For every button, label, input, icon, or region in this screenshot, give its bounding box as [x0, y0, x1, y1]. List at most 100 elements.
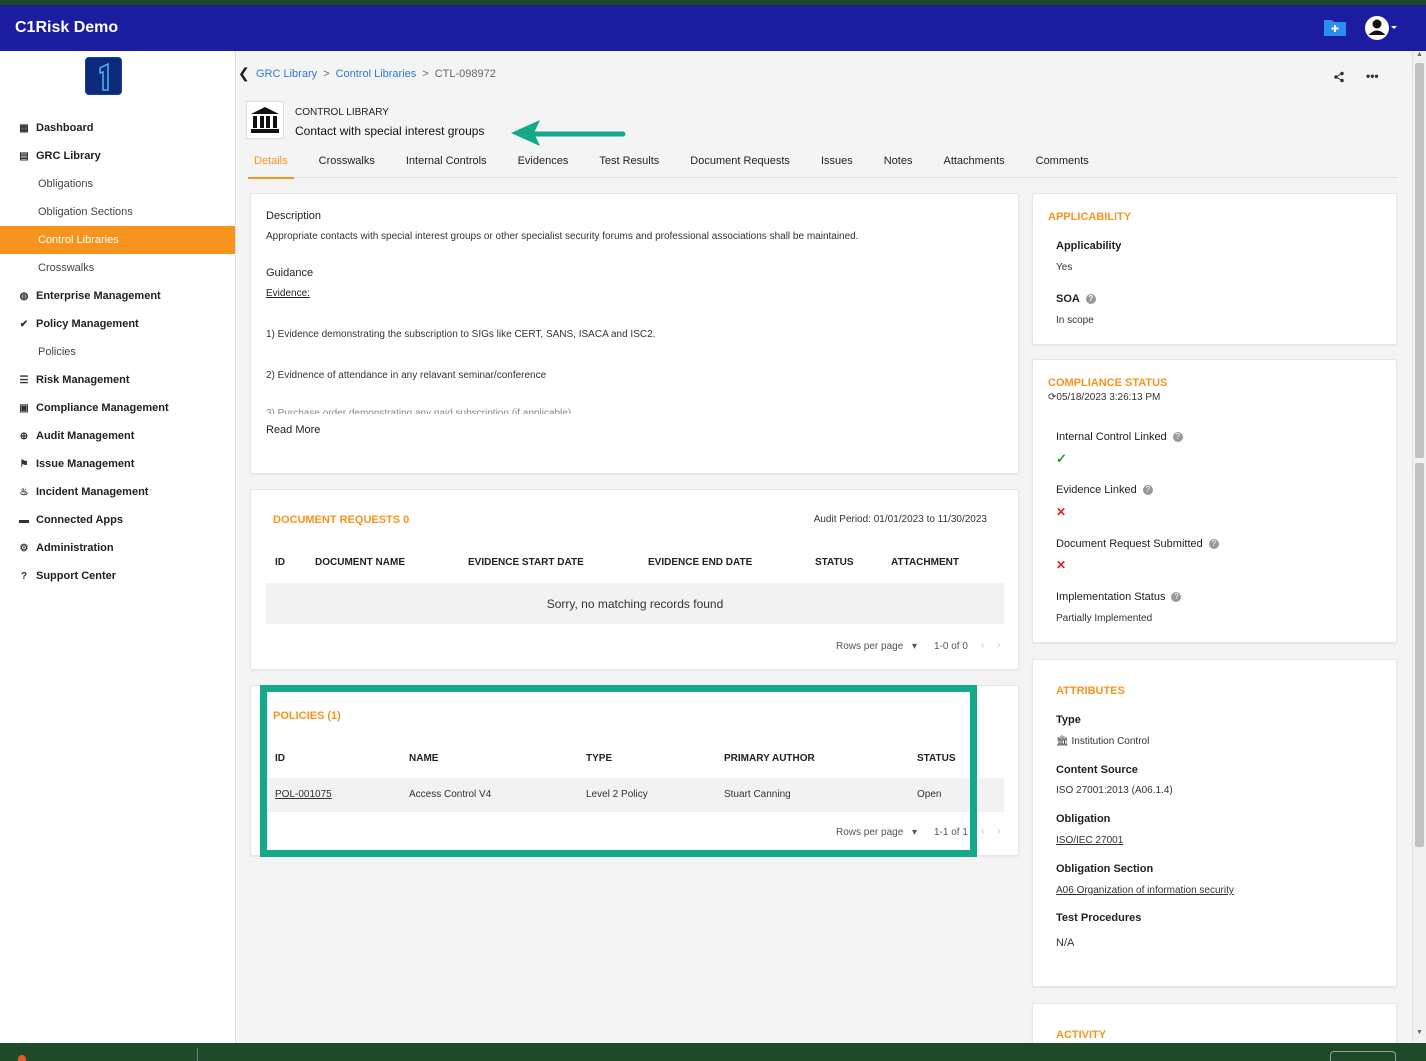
sidebar-item-enterprise-management[interactable]: ◍ Enterprise Management [0, 282, 235, 310]
rows-per-page-select[interactable]: ▾ [912, 641, 917, 652]
tab-comments[interactable]: Comments [1036, 151, 1089, 178]
vertical-scrollbar[interactable]: ▲ ▼ [1412, 51, 1426, 1043]
annotation-highlight-box [260, 685, 977, 857]
help-icon[interactable]: ? [1172, 432, 1183, 443]
tab-details[interactable]: Details [248, 151, 294, 179]
sidebar-item-connected-apps[interactable]: ▬ Connected Apps [0, 506, 235, 534]
sidebar-item-administration[interactable]: ⚙ Administration [0, 534, 235, 562]
timestamp-text: 05/18/2023 3:26:13 PM [1056, 392, 1161, 403]
scroll-up-icon[interactable]: ▲ [1416, 51, 1423, 58]
tab-notes[interactable]: Notes [884, 151, 913, 178]
breadcrumb: GRC Library > Control Libraries > CTL-098972 [256, 68, 496, 80]
tab-document-requests[interactable]: Document Requests [690, 151, 790, 178]
sidebar-item-policy-management[interactable]: ✔ Policy Management [0, 310, 235, 338]
tab-crosswalks[interactable]: Crosswalks [319, 151, 375, 178]
scrollbar-thumb[interactable] [1415, 463, 1424, 847]
doc-request-submitted-label: Document Request Submitted? [1056, 538, 1219, 550]
page-kicker: CONTROL LIBRARY [295, 107, 389, 118]
obligation-section-label: Obligation Section [1056, 863, 1154, 875]
description-label: Description [266, 210, 322, 222]
crosshair-icon: ⊕ [19, 430, 29, 442]
test-procedures-value: N/A [1056, 937, 1075, 949]
sidebar-item-risk-management[interactable]: ☰ Risk Management [0, 366, 235, 394]
column-header[interactable]: EVIDENCE END DATE [648, 557, 752, 568]
page-title: Contact with special interest groups [295, 124, 485, 138]
breadcrumb-grc-library[interactable]: GRC Library [256, 68, 317, 80]
share-icon[interactable] [1333, 71, 1345, 86]
obligation-link[interactable]: ISO/IEC 27001 [1056, 835, 1123, 846]
obligation-section-link[interactable]: A06 Organization of information security [1056, 885, 1234, 896]
sidebar-item-policies[interactable]: Policies [0, 338, 235, 366]
column-header[interactable]: ID [275, 557, 285, 568]
back-chevron-icon[interactable]: ❮ [238, 65, 252, 81]
sidebar-item-label: Administration [36, 542, 114, 554]
sidebar-nav: ▦ Dashboard ▤ GRC Library Obligations Obli… [0, 114, 235, 590]
tab-test-results[interactable]: Test Results [599, 151, 659, 178]
check-icon: ✓ [1056, 451, 1067, 466]
folder-add-icon[interactable] [1323, 17, 1347, 37]
evidence-linked-label: Evidence Linked? [1056, 484, 1153, 496]
audit-period: Audit Period: 01/01/2023 to 11/30/2023 [813, 514, 987, 525]
sidebar-item-label: Connected Apps [36, 514, 123, 526]
bottom-tab[interactable] [1330, 1051, 1396, 1061]
breadcrumb-separator: > [323, 68, 330, 80]
tab-evidences[interactable]: Evidences [518, 151, 569, 178]
sidebar-item-obligations[interactable]: Obligations [0, 170, 235, 198]
help-icon[interactable]: ? [1208, 539, 1219, 550]
compliance-timestamp: ⟳05/18/2023 3:26:13 PM [1048, 392, 1160, 403]
prev-page-icon[interactable]: ‹ [981, 826, 984, 837]
list-icon: ☰ [19, 374, 29, 386]
rows-per-page-label: Rows per page [836, 641, 904, 652]
sidebar-item-crosswalks[interactable]: Crosswalks [0, 254, 235, 282]
implementation-status-value: Partially Implemented [1056, 613, 1153, 624]
tab-internal-controls[interactable]: Internal Controls [406, 151, 487, 178]
cross-icon: ✕ [1056, 558, 1067, 572]
account-icon[interactable] [1364, 14, 1398, 42]
content-source-value: ISO 27001:2013 (A06.1.4) [1056, 785, 1173, 796]
help-icon[interactable]: ? [1085, 294, 1096, 305]
type-value-text: Institution Control [1071, 736, 1150, 747]
breadcrumb-current: CTL-098972 [434, 68, 496, 80]
tab-attachments[interactable]: Attachments [943, 151, 1004, 178]
sidebar-item-label: Policies [38, 346, 76, 358]
test-procedures-label: Test Procedures [1056, 912, 1142, 924]
column-header[interactable]: STATUS [815, 557, 854, 568]
breadcrumb-control-libraries[interactable]: Control Libraries [336, 68, 417, 80]
sidebar-item-compliance-management[interactable]: ▣ Compliance Management [0, 394, 235, 422]
sidebar-item-dashboard[interactable]: ▦ Dashboard [0, 114, 235, 142]
sidebar-item-issue-management[interactable]: ⚑ Issue Management [0, 450, 235, 478]
soa-value: In scope [1056, 315, 1094, 326]
sidebar: ▦ Dashboard ▤ GRC Library Obligations Obli… [0, 51, 236, 1043]
column-header[interactable]: EVIDENCE START DATE [468, 557, 584, 568]
more-options-icon[interactable]: ••• [1366, 69, 1379, 83]
breadcrumb-separator: > [422, 68, 429, 80]
sidebar-item-incident-management[interactable]: ♨ Incident Management [0, 478, 235, 506]
sidebar-item-grc-library[interactable]: ▤ GRC Library [0, 142, 235, 170]
scrollbar-thumb[interactable] [1415, 63, 1424, 458]
sidebar-item-support-center[interactable]: ? Support Center [0, 562, 235, 590]
pagination-range: 1-0 of 0 [934, 641, 968, 652]
column-header[interactable]: ATTACHMENT [891, 557, 959, 568]
tab-issues[interactable]: Issues [821, 151, 853, 178]
sidebar-item-label: Audit Management [36, 430, 135, 442]
column-header[interactable]: DOCUMENT NAME [315, 557, 405, 568]
sidebar-item-obligation-sections[interactable]: Obligation Sections [0, 198, 235, 226]
sidebar-item-label: Issue Management [36, 458, 135, 470]
next-page-icon[interactable]: › [997, 640, 1000, 651]
sidebar-item-control-libraries[interactable]: Control Libraries [0, 226, 235, 254]
prev-page-icon[interactable]: ‹ [981, 640, 984, 651]
document-requests-card: DOCUMENT REQUESTS 0 Audit Period: 01/01/… [250, 489, 1019, 670]
sidebar-item-label: Compliance Management [36, 402, 169, 414]
read-more-link[interactable]: Read More [266, 424, 320, 436]
logo[interactable] [85, 57, 122, 95]
scroll-down-icon[interactable]: ▼ [1416, 1029, 1423, 1036]
help-icon[interactable]: ? [1142, 485, 1153, 496]
applicability-card: APPLICABILITY Applicability Yes SOA? In … [1032, 193, 1397, 345]
help-icon[interactable]: ? [1171, 592, 1182, 603]
divider [197, 1048, 198, 1061]
attributes-card: ATTRIBUTES Type 🏛 Institution Control Co… [1032, 659, 1397, 987]
next-page-icon[interactable]: › [997, 826, 1000, 837]
compliance-status-card: COMPLIANCE STATUS ⟳05/18/2023 3:26:13 PM… [1032, 359, 1397, 643]
sidebar-item-audit-management[interactable]: ⊕ Audit Management [0, 422, 235, 450]
activity-title: ACTIVITY [1056, 1029, 1107, 1041]
